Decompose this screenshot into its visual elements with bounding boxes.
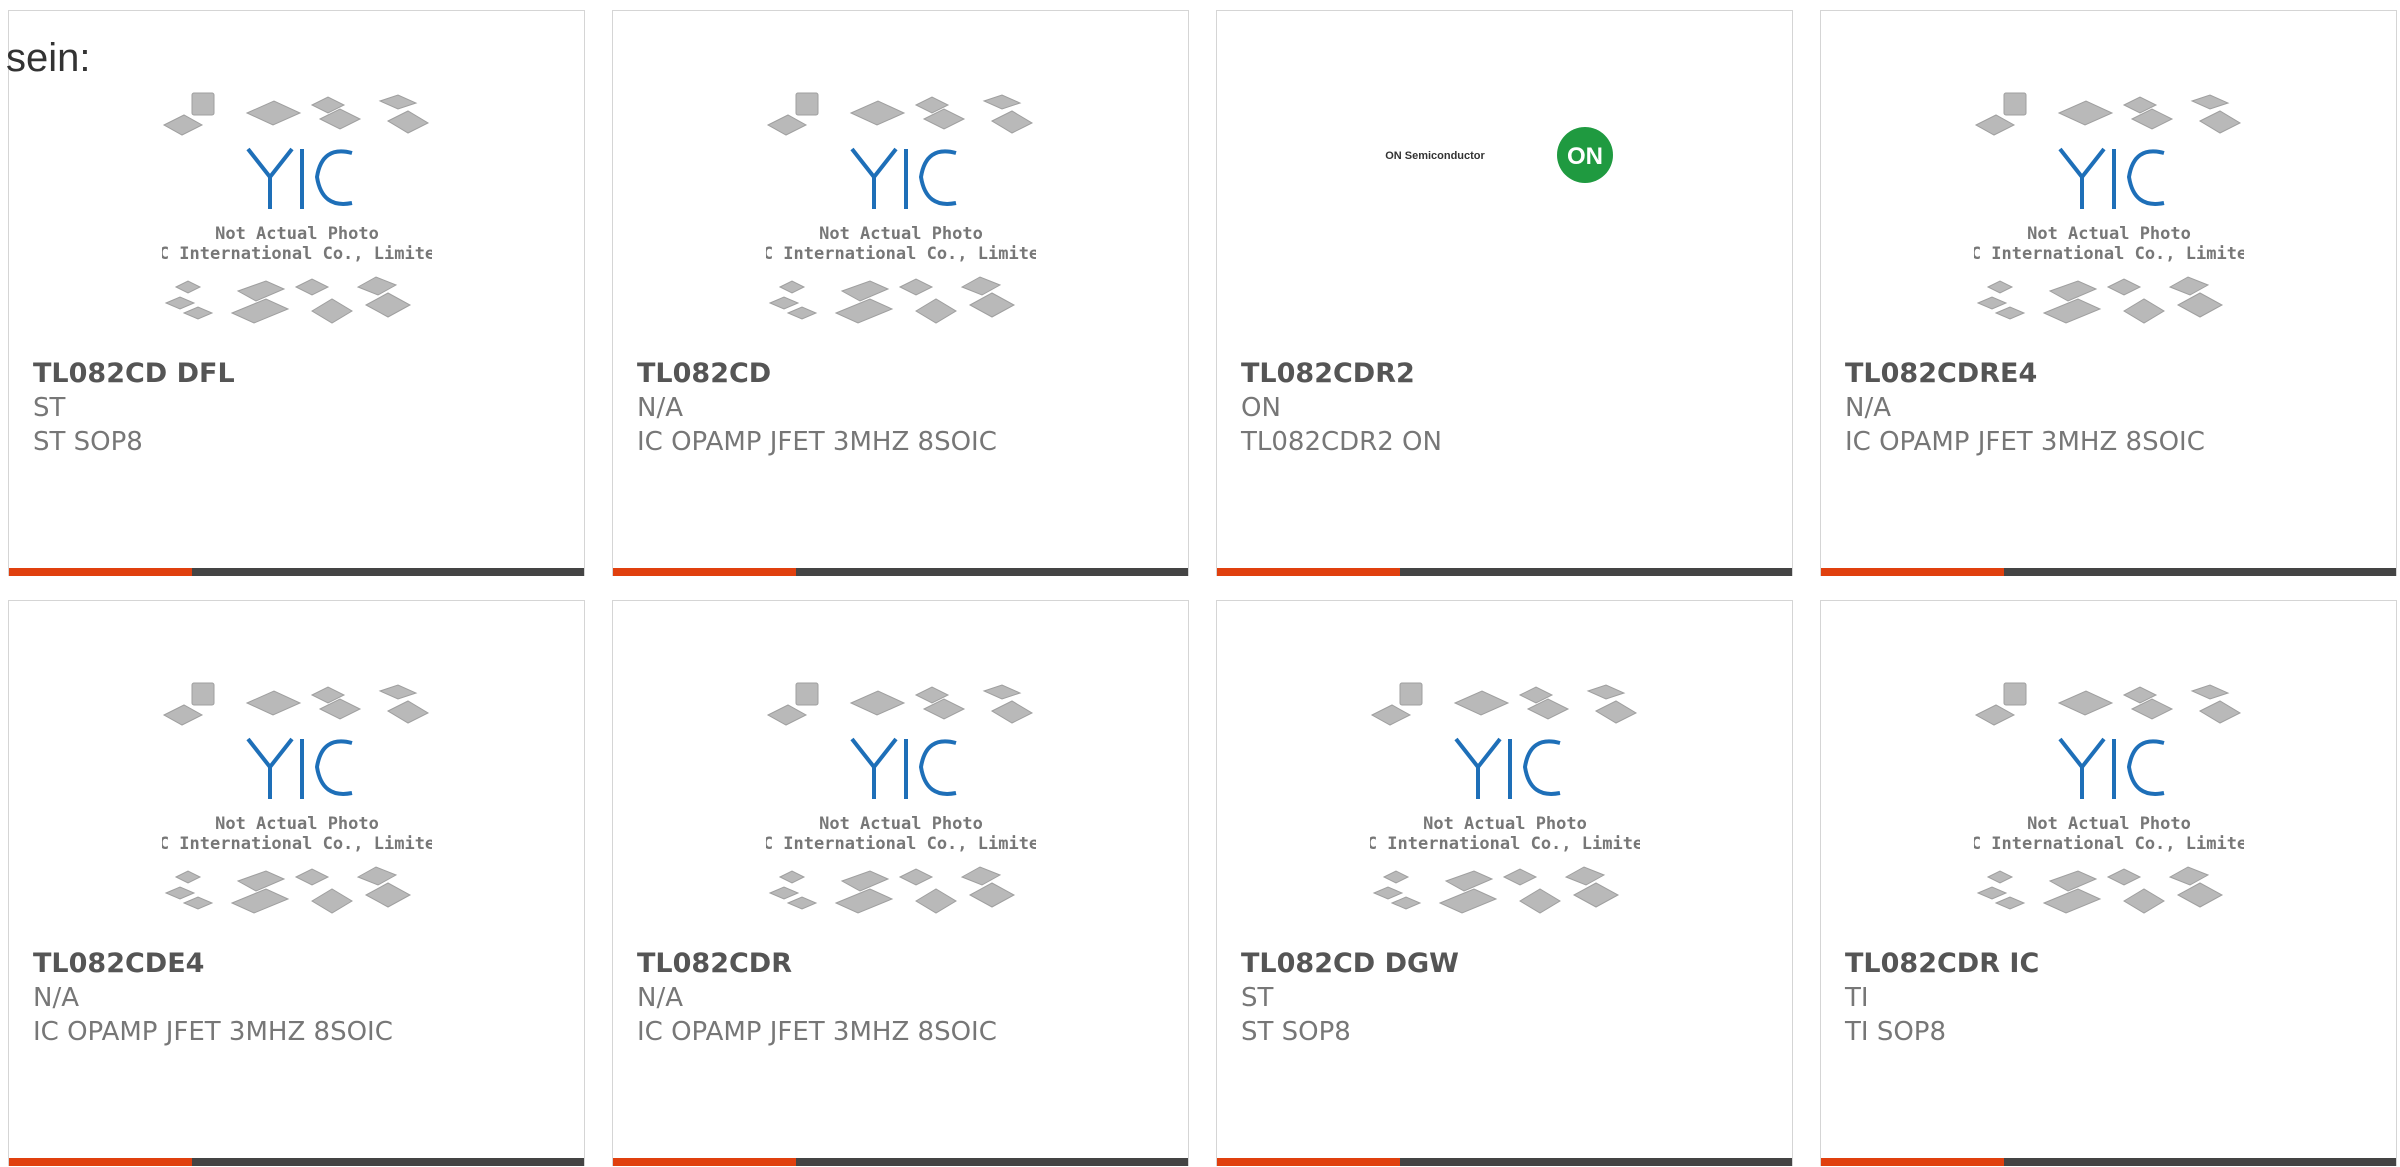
product-part-number[interactable]: TL082CDR (637, 948, 792, 979)
product-manufacturer: N/A (637, 983, 683, 1013)
product-card[interactable]: Not Actual Photo YIC International Co., … (8, 10, 585, 576)
product-manufacturer: N/A (637, 393, 683, 423)
product-description: IC OPAMP JFET 3MHZ 8SOIC (33, 1017, 393, 1047)
yic-placeholder-image: Not Actual Photo YIC International Co., … (162, 682, 432, 914)
yic-placeholder-image: Not Actual Photo YIC International Co., … (766, 682, 1036, 914)
product-image: Not Actual Photo YIC International Co., … (613, 651, 1188, 951)
yic-placeholder-image: Not Actual Photo YIC International Co., … (1974, 682, 2244, 914)
card-accent-bar (9, 1158, 192, 1166)
card-accent-bar (1821, 568, 2004, 576)
placeholder-caption: Not Actual Photo (819, 814, 983, 834)
product-part-number[interactable]: TL082CD DFL (33, 358, 235, 389)
product-description: TI SOP8 (1845, 1017, 1947, 1047)
product-image: Not Actual Photo YIC International Co., … (1821, 61, 2396, 361)
card-accent-bar (613, 568, 796, 576)
card-accent-bar (1217, 568, 1400, 576)
product-card[interactable]: Not Actual Photo YIC International Co., … (1216, 600, 1793, 1166)
yic-placeholder-image: Not Actual Photo YIC International Co., … (766, 92, 1036, 324)
card-bottom-bar (9, 568, 584, 576)
product-part-number[interactable]: TL082CD (637, 358, 771, 389)
placeholder-caption: Not Actual Photo (1423, 814, 1587, 834)
product-description: ST SOP8 (33, 427, 143, 457)
product-image: Not Actual Photo YIC International Co., … (1217, 651, 1792, 951)
product-part-number[interactable]: TL082CDE4 (33, 948, 204, 979)
yic-placeholder-image: Not Actual Photo YIC International Co., … (1974, 92, 2244, 324)
card-bottom-bar (613, 1158, 1188, 1166)
product-image: ON Semiconductor ON (1217, 61, 1792, 361)
card-bottom-bar (1217, 568, 1792, 576)
placeholder-caption: YIC International Co., Limited. (162, 834, 432, 854)
product-card[interactable]: Not Actual Photo YIC International Co., … (612, 600, 1189, 1166)
product-part-number[interactable]: TL082CDR2 (1241, 358, 1415, 389)
product-part-number[interactable]: TL082CDR IC (1845, 948, 2039, 979)
card-bottom-bar (613, 568, 1188, 576)
placeholder-caption: Not Actual Photo (215, 814, 379, 834)
card-accent-bar (1217, 1158, 1400, 1166)
product-card[interactable]: Not Actual Photo YIC International Co., … (8, 600, 585, 1166)
product-card[interactable]: Not Actual Photo YIC International Co., … (1820, 10, 2397, 576)
product-card[interactable]: Not Actual Photo YIC International Co., … (1820, 600, 2397, 1166)
card-accent-bar (1821, 1158, 2004, 1166)
card-bottom-bar (1821, 568, 2396, 576)
placeholder-caption: YIC International Co., Limited. (1974, 834, 2244, 854)
product-manufacturer: N/A (33, 983, 79, 1013)
product-part-number[interactable]: TL082CD DGW (1241, 948, 1459, 979)
placeholder-caption: Not Actual Photo (215, 224, 379, 244)
placeholder-caption: YIC International Co., Limited. (766, 834, 1036, 854)
card-accent-bar (613, 1158, 796, 1166)
product-manufacturer: ST (1241, 983, 1274, 1013)
on-mark-text: ON (1567, 143, 1603, 170)
placeholder-caption: Not Actual Photo (2027, 814, 2191, 834)
product-description: TL082CDR2 ON (1241, 427, 1442, 457)
product-image: Not Actual Photo YIC International Co., … (9, 61, 584, 361)
on-semiconductor-logo: ON Semiconductor ON (1385, 127, 1613, 183)
product-card[interactable]: Not Actual Photo YIC International Co., … (612, 10, 1189, 576)
placeholder-caption: Not Actual Photo (819, 224, 983, 244)
product-manufacturer: ST (33, 393, 66, 423)
card-bottom-bar (1217, 1158, 1792, 1166)
placeholder-caption: Not Actual Photo (2027, 224, 2191, 244)
product-description: IC OPAMP JFET 3MHZ 8SOIC (1845, 427, 2205, 457)
product-part-number[interactable]: TL082CDRE4 (1845, 358, 2037, 389)
product-manufacturer: ON (1241, 393, 1281, 423)
yic-placeholder-image: Not Actual Photo YIC International Co., … (162, 92, 432, 324)
placeholder-caption: YIC International Co., Limited. (1370, 834, 1640, 854)
yic-placeholder-image: Not Actual Photo YIC International Co., … (1370, 682, 1640, 914)
placeholder-caption: YIC International Co., Limited. (1974, 244, 2244, 264)
product-description: ST SOP8 (1241, 1017, 1351, 1047)
product-manufacturer: N/A (1845, 393, 1891, 423)
product-image: Not Actual Photo YIC International Co., … (1821, 651, 2396, 951)
card-accent-bar (9, 568, 192, 576)
on-brand-text: ON Semiconductor (1385, 150, 1485, 162)
placeholder-caption: YIC International Co., Limited. (162, 244, 432, 264)
product-description: IC OPAMP JFET 3MHZ 8SOIC (637, 1017, 997, 1047)
product-description: IC OPAMP JFET 3MHZ 8SOIC (637, 427, 997, 457)
card-bottom-bar (1821, 1158, 2396, 1166)
product-image: Not Actual Photo YIC International Co., … (613, 61, 1188, 361)
page-prefix-text: sein: (6, 36, 91, 80)
placeholder-caption: YIC International Co., Limited. (766, 244, 1036, 264)
product-manufacturer: TI (1845, 983, 1869, 1013)
card-bottom-bar (9, 1158, 584, 1166)
product-card[interactable]: ON Semiconductor ON TL082CDR2 ON TL082CD… (1216, 10, 1793, 576)
product-image: Not Actual Photo YIC International Co., … (9, 651, 584, 951)
